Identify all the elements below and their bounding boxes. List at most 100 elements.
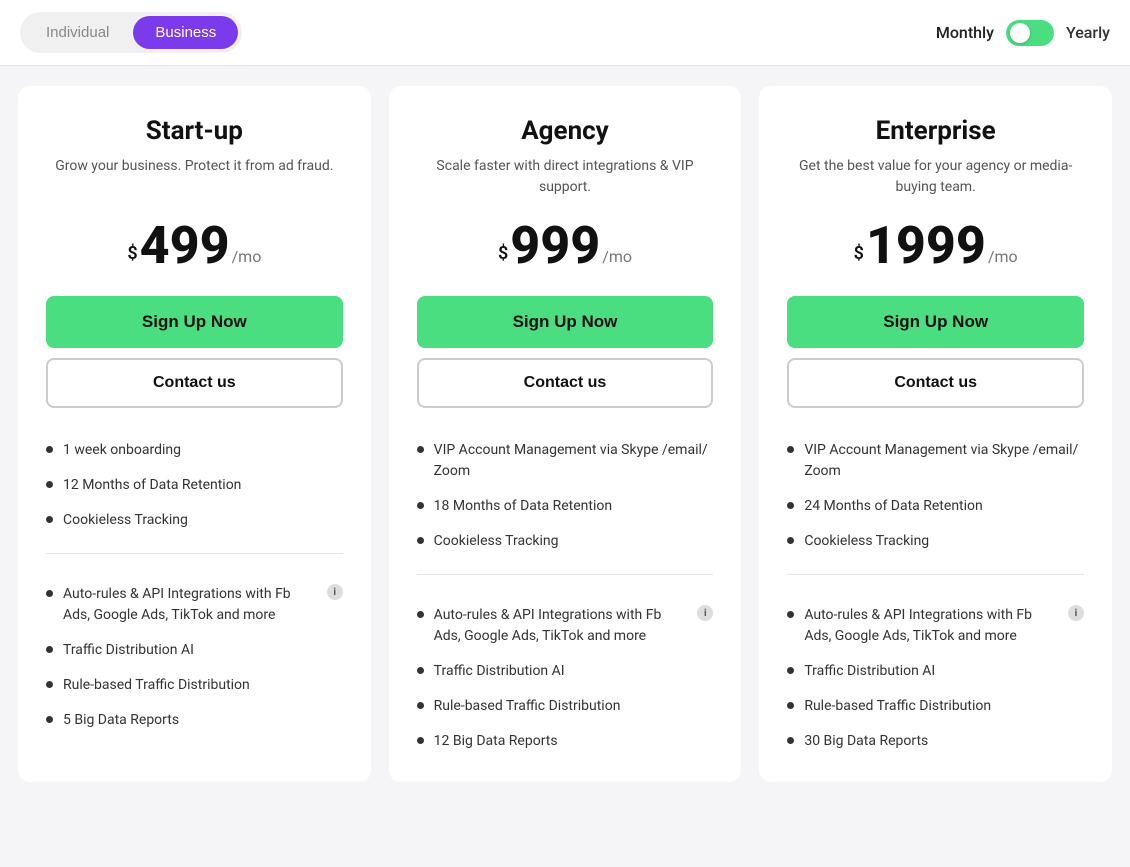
- yearly-label: Yearly: [1066, 23, 1110, 42]
- feature-text: Traffic Distribution AI: [434, 661, 565, 682]
- agency-plan-name: Agency: [417, 116, 714, 146]
- bullet-icon: [46, 481, 53, 488]
- feature-text: 18 Months of Data Retention: [434, 496, 612, 517]
- list-item: Cookieless Tracking: [46, 510, 343, 531]
- feature-text: Cookieless Tracking: [804, 531, 929, 552]
- info-icon: i: [1068, 605, 1084, 621]
- business-tab[interactable]: Business: [133, 16, 238, 49]
- startup-plan-desc: Grow your business. Protect it from ad f…: [46, 156, 343, 198]
- divider: [46, 553, 343, 554]
- bullet-icon: [417, 537, 424, 544]
- bullet-icon: [417, 502, 424, 509]
- list-item: 18 Months of Data Retention: [417, 496, 714, 517]
- monthly-label: Monthly: [936, 23, 994, 42]
- feature-text: VIP Account Management via Skype /email/…: [804, 440, 1084, 482]
- feature-text: 12 Months of Data Retention: [63, 475, 241, 496]
- divider: [417, 574, 714, 575]
- list-item: VIP Account Management via Skype /email/…: [787, 440, 1084, 482]
- bullet-icon: [787, 537, 794, 544]
- bullet-icon: [787, 702, 794, 709]
- enterprise-signup-button[interactable]: Sign Up Now: [787, 296, 1084, 348]
- feature-text: Rule-based Traffic Distribution: [804, 696, 991, 717]
- list-item: Auto-rules & API Integrations with Fb Ad…: [787, 605, 1084, 647]
- billing-toggle-group: Monthly Yearly: [936, 20, 1110, 46]
- feature-text: Rule-based Traffic Distribution: [434, 696, 621, 717]
- feature-text: 24 Months of Data Retention: [804, 496, 982, 517]
- list-item: Auto-rules & API Integrations with Fb Ad…: [46, 584, 343, 626]
- list-item: 12 Big Data Reports: [417, 731, 714, 752]
- bullet-icon: [417, 611, 424, 618]
- bullet-icon: [46, 446, 53, 453]
- enterprise-period: /mo: [988, 247, 1018, 266]
- list-item: Rule-based Traffic Distribution: [46, 675, 343, 696]
- feature-text: 5 Big Data Reports: [63, 710, 179, 731]
- agency-signup-button[interactable]: Sign Up Now: [417, 296, 714, 348]
- enterprise-contact-button[interactable]: Contact us: [787, 358, 1084, 408]
- feature-text: Cookieless Tracking: [63, 510, 188, 531]
- bullet-icon: [417, 446, 424, 453]
- list-item: 5 Big Data Reports: [46, 710, 343, 731]
- bullet-icon: [46, 646, 53, 653]
- agency-price: 999: [510, 220, 600, 272]
- top-bar: Individual Business Monthly Yearly: [0, 0, 1130, 66]
- agency-card: Agency Scale faster with direct integrat…: [389, 86, 742, 782]
- feature-text: Auto-rules & API Integrations with Fb Ad…: [804, 605, 1054, 647]
- agency-price-row: $ 999 /mo: [417, 220, 714, 272]
- billing-toggle-switch[interactable]: [1006, 20, 1054, 46]
- enterprise-plan-name: Enterprise: [787, 116, 1084, 146]
- feature-text: Auto-rules & API Integrations with Fb Ad…: [434, 605, 684, 647]
- bullet-icon: [787, 446, 794, 453]
- list-item: 12 Months of Data Retention: [46, 475, 343, 496]
- pricing-grid: Start-up Grow your business. Protect it …: [0, 66, 1130, 802]
- agency-features: VIP Account Management via Skype /email/…: [417, 432, 714, 552]
- startup-period: /mo: [232, 247, 262, 266]
- bullet-icon: [46, 516, 53, 523]
- bullet-icon: [787, 667, 794, 674]
- feature-text: 30 Big Data Reports: [804, 731, 928, 752]
- plan-type-toggle: Individual Business: [20, 12, 242, 53]
- list-item: Cookieless Tracking: [787, 531, 1084, 552]
- startup-signup-button[interactable]: Sign Up Now: [46, 296, 343, 348]
- feature-text: VIP Account Management via Skype /email/…: [434, 440, 714, 482]
- list-item: Rule-based Traffic Distribution: [417, 696, 714, 717]
- list-item: 1 week onboarding: [46, 440, 343, 461]
- bullet-icon: [787, 502, 794, 509]
- enterprise-card: Enterprise Get the best value for your a…: [759, 86, 1112, 782]
- list-item: Rule-based Traffic Distribution: [787, 696, 1084, 717]
- enterprise-plan-desc: Get the best value for your agency or me…: [787, 156, 1084, 198]
- startup-extra-features: Auto-rules & API Integrations with Fb Ad…: [46, 576, 343, 731]
- feature-text: 12 Big Data Reports: [434, 731, 558, 752]
- agency-extra-features: Auto-rules & API Integrations with Fb Ad…: [417, 597, 714, 752]
- list-item: 24 Months of Data Retention: [787, 496, 1084, 517]
- bullet-icon: [46, 716, 53, 723]
- list-item: Auto-rules & API Integrations with Fb Ad…: [417, 605, 714, 647]
- enterprise-currency: $: [854, 243, 864, 264]
- enterprise-features: VIP Account Management via Skype /email/…: [787, 432, 1084, 552]
- startup-currency: $: [127, 243, 137, 264]
- agency-currency: $: [498, 243, 508, 264]
- bullet-icon: [417, 667, 424, 674]
- feature-text: Traffic Distribution AI: [804, 661, 935, 682]
- startup-price: 499: [140, 220, 230, 272]
- startup-contact-button[interactable]: Contact us: [46, 358, 343, 408]
- enterprise-price-row: $ 1999 /mo: [787, 220, 1084, 272]
- feature-text: Auto-rules & API Integrations with Fb Ad…: [63, 584, 313, 626]
- bullet-icon: [46, 681, 53, 688]
- individual-tab[interactable]: Individual: [24, 16, 131, 49]
- list-item: VIP Account Management via Skype /email/…: [417, 440, 714, 482]
- feature-text: Cookieless Tracking: [434, 531, 559, 552]
- bullet-icon: [417, 737, 424, 744]
- agency-contact-button[interactable]: Contact us: [417, 358, 714, 408]
- info-icon: i: [327, 584, 343, 600]
- startup-features: 1 week onboarding 12 Months of Data Rete…: [46, 432, 343, 531]
- feature-text: 1 week onboarding: [63, 440, 181, 461]
- list-item: Traffic Distribution AI: [46, 640, 343, 661]
- startup-plan-name: Start-up: [46, 116, 343, 146]
- bullet-icon: [787, 611, 794, 618]
- list-item: Cookieless Tracking: [417, 531, 714, 552]
- bullet-icon: [417, 702, 424, 709]
- bullet-icon: [46, 590, 53, 597]
- startup-card: Start-up Grow your business. Protect it …: [18, 86, 371, 782]
- enterprise-extra-features: Auto-rules & API Integrations with Fb Ad…: [787, 597, 1084, 752]
- agency-plan-desc: Scale faster with direct integrations & …: [417, 156, 714, 198]
